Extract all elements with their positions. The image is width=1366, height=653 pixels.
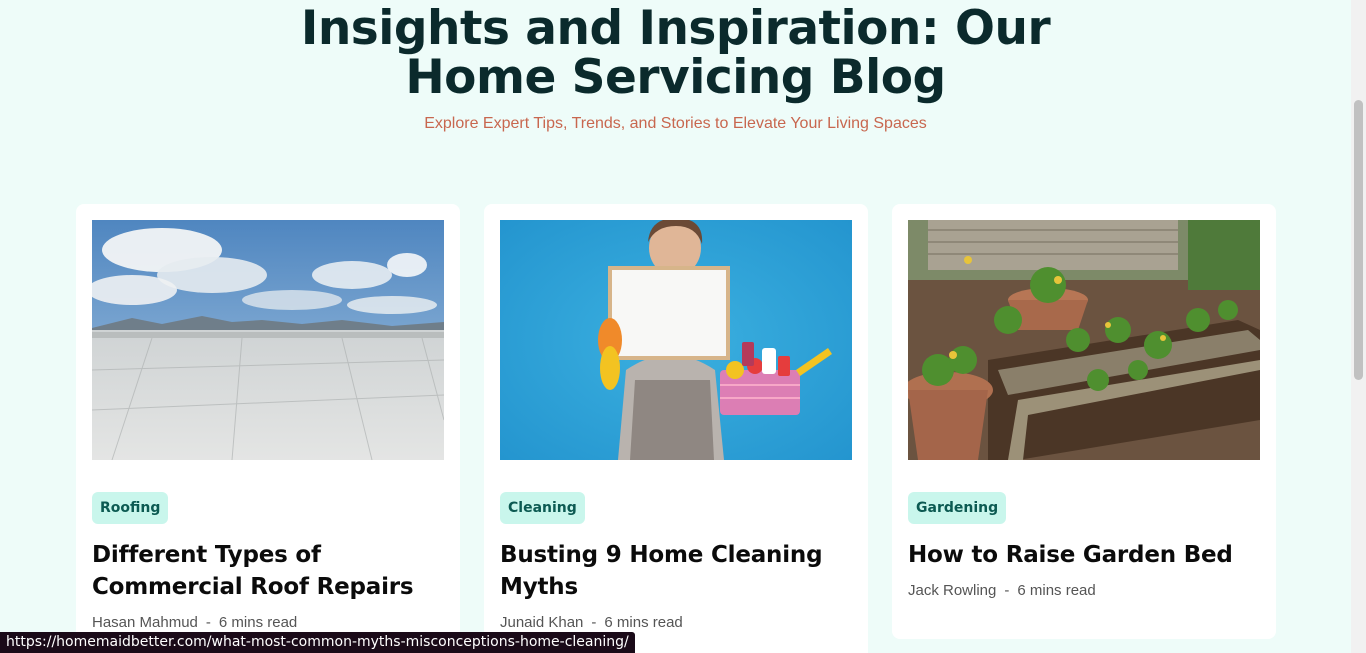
vertical-scrollbar[interactable]: [1351, 0, 1366, 653]
post-title-line-2[interactable]: Commercial Roof Repairs: [92, 571, 444, 603]
garden-bed-image[interactable]: [908, 220, 1260, 460]
post-title-line-2[interactable]: Myths: [500, 571, 852, 603]
cleaning-image[interactable]: [500, 220, 852, 460]
meta-separator: -: [1004, 582, 1010, 599]
roof-image[interactable]: [92, 220, 444, 460]
blog-card-roofing[interactable]: Roofing Different Types of Commercial Ro…: [76, 204, 460, 653]
link-status-url: https://homemaidbetter.com/what-most-com…: [0, 632, 635, 653]
post-title-line-1[interactable]: How to Raise Garden Bed: [908, 539, 1260, 571]
page-title-line-2: Home Servicing Blog: [405, 50, 946, 105]
meta-separator: -: [205, 614, 211, 631]
category-tag[interactable]: Cleaning: [500, 492, 585, 524]
category-tag[interactable]: Roofing: [92, 492, 169, 524]
post-meta: Hasan Mahmud -6 mins read: [92, 613, 444, 633]
post-author: Jack Rowling: [908, 582, 997, 599]
post-meta: Jack Rowling -6 mins read: [908, 581, 1260, 601]
post-title-line-1[interactable]: Busting 9 Home Cleaning: [500, 539, 852, 571]
post-meta: Junaid Khan -6 mins read: [500, 613, 852, 633]
blog-header: Insights and Inspiration: Our Home Servi…: [0, 0, 1351, 134]
post-author: Hasan Mahmud: [92, 614, 198, 631]
blog-card-gardening[interactable]: Gardening How to Raise Garden Bed Jack R…: [892, 204, 1276, 639]
post-title[interactable]: Busting 9 Home Cleaning Myths: [500, 539, 852, 603]
post-title[interactable]: Different Types of Commercial Roof Repai…: [92, 539, 444, 603]
blog-card-cleaning[interactable]: Cleaning Busting 9 Home Cleaning Myths J…: [484, 204, 868, 653]
category-tag[interactable]: Gardening: [908, 492, 1007, 524]
post-read-time: 6 mins read: [604, 614, 683, 631]
post-title[interactable]: How to Raise Garden Bed: [908, 539, 1260, 571]
post-title-line-1[interactable]: Different Types of: [92, 539, 444, 571]
post-read-time: 6 mins read: [218, 614, 298, 631]
post-author: Junaid Khan: [500, 614, 584, 631]
post-read-time: 6 mins read: [1017, 582, 1096, 599]
page-title-line-1: Insights and Inspiration: Our: [300, 1, 1051, 56]
blog-page: Insights and Inspiration: Our Home Servi…: [0, 0, 1366, 653]
page-title: Insights and Inspiration: Our Home Servi…: [0, 0, 1351, 102]
scrollbar-thumb[interactable]: [1354, 100, 1363, 380]
meta-separator: -: [591, 614, 597, 631]
page-subtitle: Explore Expert Tips, Trends, and Stories…: [424, 115, 927, 132]
